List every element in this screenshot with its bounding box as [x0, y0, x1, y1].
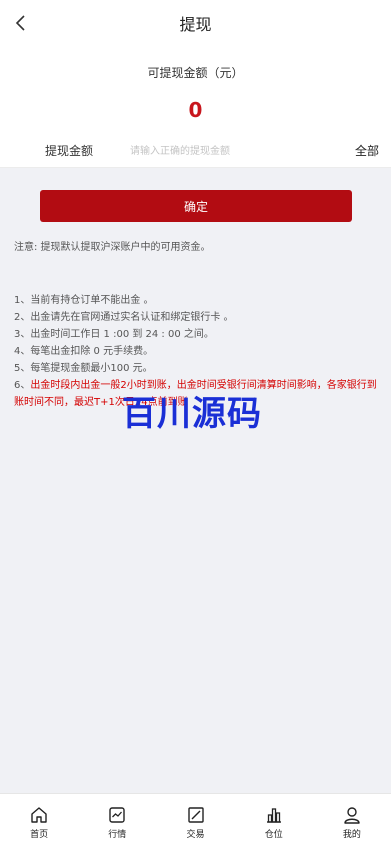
amount-input[interactable] [126, 140, 346, 162]
tab-label: 行情 [108, 830, 127, 840]
back-button[interactable] [6, 8, 36, 38]
watermark: 百川源码 [122, 394, 262, 434]
rule-item: 4、每笔出金扣除 0 元手续费。 [14, 346, 154, 357]
tab-label: 仓位 [264, 830, 283, 840]
chart-icon [109, 807, 125, 823]
tab-trade[interactable]: 交易 [156, 794, 234, 845]
tab-mine[interactable]: 我的 [313, 794, 391, 845]
rule-item: 3、出金时间工作日 1 :00 到 24 : 00 之间。 [14, 329, 214, 340]
tab-home[interactable]: 首页 [0, 794, 78, 845]
available-amount-label: 可提现金额（元） [147, 66, 244, 80]
withdraw-card: 可提现金额（元） 0 提现金额 全部 [0, 46, 391, 168]
tab-label: 交易 [186, 830, 205, 840]
trade-icon [187, 807, 204, 823]
amount-label: 提现金额 [45, 144, 94, 158]
available-amount-value: 0 [188, 98, 203, 122]
tab-label: 我的 [342, 830, 361, 840]
tab-market[interactable]: 行情 [78, 794, 156, 845]
tab-position[interactable]: 仓位 [235, 794, 313, 845]
rule-item: 5、每笔提现金额最小100 元。 [14, 363, 153, 374]
position-icon [266, 808, 281, 823]
top-bar: 提现 [0, 0, 391, 46]
page-title: 提现 [179, 15, 212, 34]
amount-row: 提现金额 全部 [0, 140, 391, 168]
tab-label: 首页 [30, 830, 49, 840]
confirm-button[interactable]: 确定 [40, 190, 352, 222]
rule-prefix: 6、 [14, 380, 31, 391]
home-icon [31, 807, 47, 823]
user-icon [344, 807, 360, 824]
all-amount-button[interactable]: 全部 [355, 142, 379, 159]
bottom-tab-bar: 首页 行情 交易 仓位 我的 [0, 793, 391, 845]
rule-item: 1、当前有持仓订单不能出金 。 [14, 295, 154, 306]
withdraw-note: 注意: 提现默认提取沪深账户中的可用资金。 [14, 242, 211, 253]
chevron-left-icon [15, 15, 25, 31]
rule-item: 2、出金请先在官网通过实名认证和绑定银行卡 。 [14, 312, 234, 323]
